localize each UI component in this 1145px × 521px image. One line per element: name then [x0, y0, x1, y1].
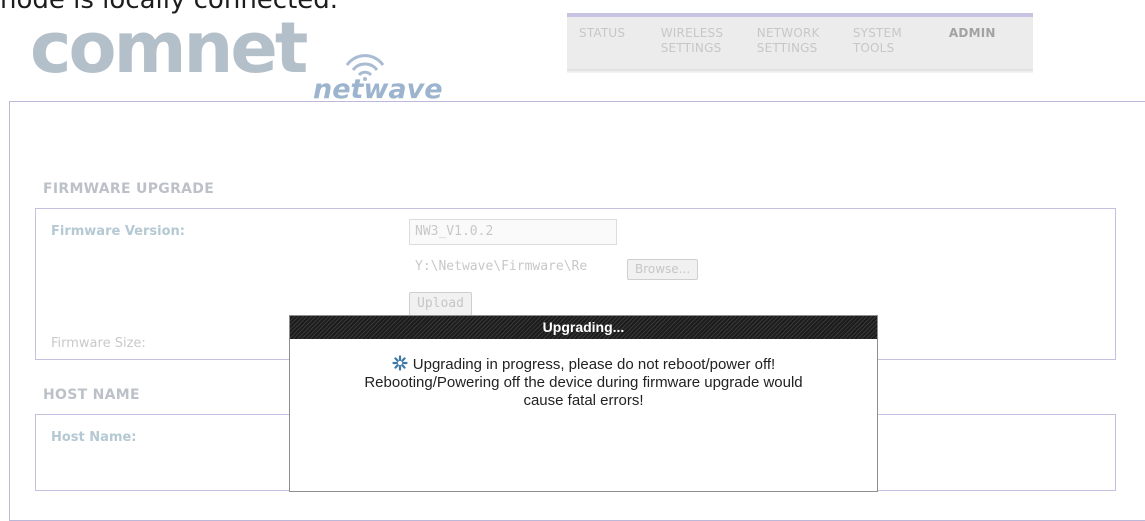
firmware-version-field: NW3_V1.0.2	[409, 219, 617, 245]
host-name-label: Host Name:	[51, 430, 137, 445]
firmware-upgrade-title: FIRMWARE UPGRADE	[43, 181, 215, 197]
dialog-title: Upgrading...	[290, 316, 877, 339]
main-nav: STATUS WIRELESS SETTINGS NETWORK SETTING…	[567, 13, 1033, 69]
dialog-line-2: Rebooting/Powering off the device during…	[364, 374, 803, 391]
tab-admin[interactable]: ADMIN	[937, 17, 1033, 69]
upgrading-dialog: Upgrading... Upgrading in progress, plea…	[289, 315, 878, 492]
firmware-file-field[interactable]: Y:\Netwave\Firmware\Re	[409, 254, 624, 280]
tab-network-settings[interactable]: NETWORK SETTINGS	[745, 17, 841, 69]
dialog-line-1: Upgrading in progress, please do not reb…	[412, 356, 776, 373]
spinner-icon	[392, 355, 408, 371]
dialog-message: Upgrading in progress, please do not reb…	[290, 339, 877, 410]
tab-wireless-settings[interactable]: WIRELESS SETTINGS	[649, 17, 745, 69]
firmware-version-label: Firmware Version:	[51, 224, 185, 239]
host-name-title: HOST NAME	[43, 387, 140, 403]
upload-button[interactable]: Upload	[409, 292, 472, 316]
comnet-logo: comnet	[30, 7, 308, 89]
tab-status[interactable]: STATUS	[567, 17, 649, 69]
tab-system-tools[interactable]: SYSTEM TOOLS	[841, 17, 937, 69]
nav-shadow	[567, 69, 1033, 73]
browse-button[interactable]: Browse...	[627, 259, 699, 280]
firmware-size-label: Firmware Size:	[51, 336, 146, 351]
dialog-line-3: cause fatal errors!	[523, 392, 644, 409]
